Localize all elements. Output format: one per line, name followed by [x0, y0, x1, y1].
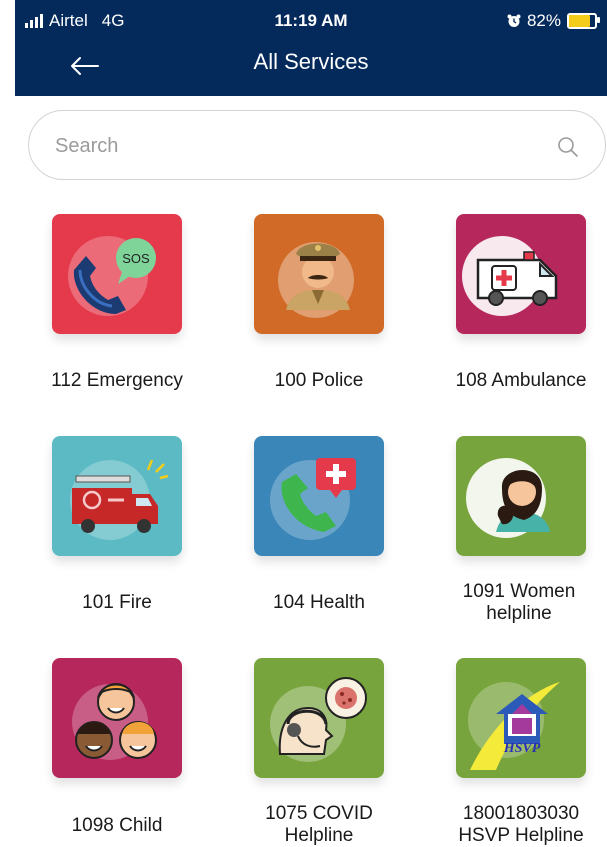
battery-icon [567, 13, 600, 29]
service-label: 108 Ambulance [455, 370, 587, 391]
service-tile-health[interactable] [254, 436, 384, 556]
service-label: 104 Health [273, 592, 365, 613]
hsvp-logo-icon: HSVP [456, 658, 586, 778]
service-tile-ambulance[interactable] [456, 214, 586, 334]
service-label: 100 Police [274, 370, 364, 391]
search-input[interactable] [53, 129, 517, 163]
service-label: 1091 Women helpline [462, 581, 576, 624]
service-tile-police[interactable] [254, 214, 384, 334]
service-label: 18001803030 HSVP Helpline [458, 803, 584, 846]
service-tile-hsvp-helpline[interactable]: HSVP [456, 658, 586, 778]
service-label: 101 Fire [82, 592, 152, 613]
police-officer-icon [254, 214, 384, 334]
ambulance-icon [456, 214, 586, 334]
service-label: 1075 COVID Helpline [265, 803, 373, 846]
service-tile-emergency[interactable]: SOS [52, 214, 182, 334]
status-bar: Airtel 4G 11:19 AM 82% [15, 0, 607, 40]
search-bar[interactable] [28, 110, 606, 180]
service-label: 1098 Child [71, 815, 163, 836]
service-tile-child[interactable] [52, 658, 182, 778]
svg-text:HSVP: HSVP [503, 741, 541, 756]
service-tile-covid-helpline[interactable] [254, 658, 384, 778]
service-label: 112 Emergency [51, 370, 183, 391]
fire-truck-icon [52, 436, 182, 556]
battery-percent: 82% [526, 11, 561, 30]
service-tile-fire[interactable] [52, 436, 182, 556]
woman-icon [456, 436, 586, 556]
search-icon[interactable] [557, 136, 579, 158]
children-icon [52, 658, 182, 778]
app-header: All Services [15, 40, 607, 96]
alarm-icon [507, 14, 521, 27]
svg-text:SOS: SOS [122, 251, 150, 266]
status-right: 82% [507, 11, 600, 31]
emergency-sos-icon: SOS [52, 214, 182, 334]
covid-helpline-icon [254, 658, 384, 778]
service-tile-women-helpline[interactable] [456, 436, 586, 556]
health-call-icon [254, 436, 384, 556]
page-title: All Services [253, 49, 369, 74]
